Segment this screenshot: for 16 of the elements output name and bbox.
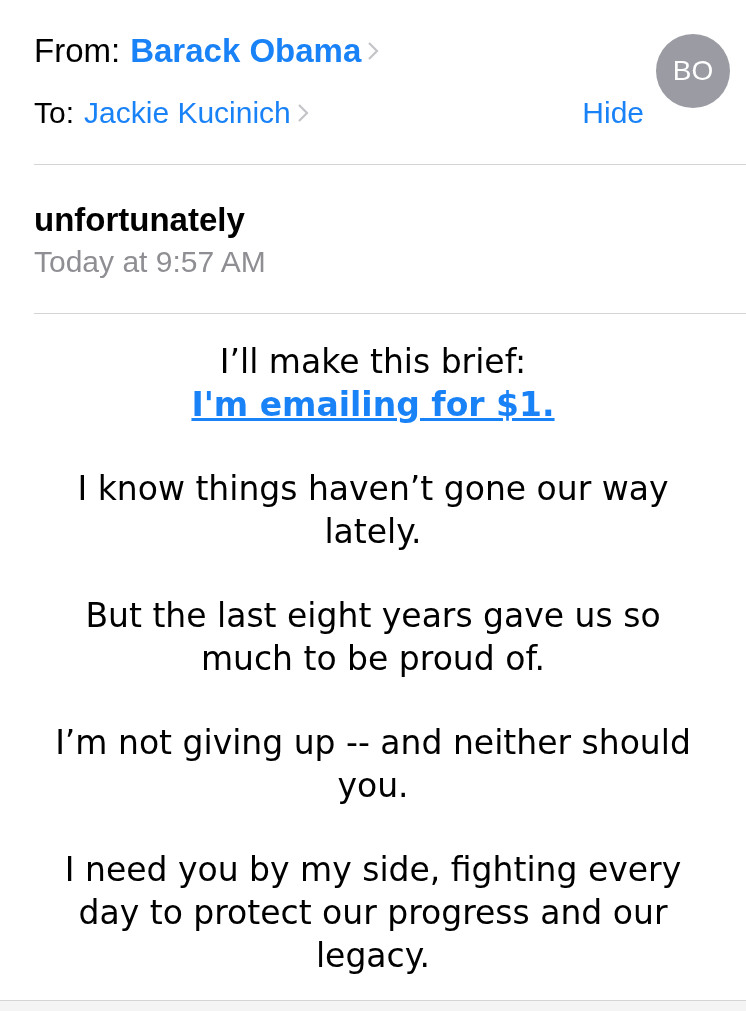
paragraph: I need you by my side, fighting every day to protect our progress and our legacy. [63, 849, 683, 977]
paragraph: I know things haven’t gone our way lately. [76, 468, 670, 553]
avatar: BO [656, 34, 730, 108]
paragraph: I’ll make this brief: I'm emailing for $1. [190, 341, 556, 426]
to-label: To: [34, 96, 75, 130]
email-date: Today at 9:57 AM [34, 245, 267, 279]
email-subject: unfortunately [34, 201, 246, 239]
sender-link[interactable]: Barack Obama [130, 32, 362, 70]
from-label: From: [34, 32, 121, 70]
hide-link[interactable]: Hide [582, 96, 644, 130]
donate-link[interactable]: I'm emailing for $1. [191, 385, 555, 424]
paragraph: I’m not giving up -- and neither should you. [54, 722, 692, 807]
paragraph: But the last eight years gave us so much to be proud of. [84, 595, 662, 680]
chevron-icon [296, 103, 309, 123]
recipient-link[interactable]: Jackie Kucinich [84, 96, 291, 130]
chevron-icon [367, 41, 380, 61]
